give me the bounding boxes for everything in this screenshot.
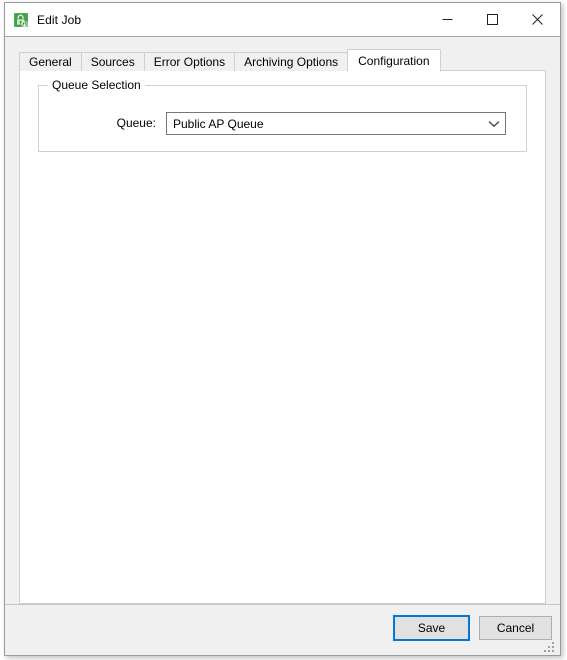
queue-selection-group-title: Queue Selection [48,78,145,92]
tab-general[interactable]: General [19,52,82,71]
tab-error-options[interactable]: Error Options [143,52,236,71]
queue-label: Queue: [116,116,156,130]
tab-area: General Sources Error Options Archiving … [19,49,546,604]
tab-strip: General Sources Error Options Archiving … [19,49,546,72]
job-lock-icon [13,12,29,28]
queue-combobox-value: Public AP Queue [173,116,264,131]
queue-field-row: Queue: Public AP Queue [39,112,526,136]
queue-selection-group: Queue Selection Queue: Public AP Queue [38,78,527,152]
window-controls [425,3,560,36]
edit-job-window: Edit Job General Sources Error Options A… [4,2,561,656]
save-button[interactable]: Save [393,615,470,641]
window-title: Edit Job [37,12,82,27]
minimize-icon[interactable] [425,3,470,35]
queue-combobox[interactable]: Public AP Queue [166,112,506,135]
title-bar: Edit Job [5,3,560,37]
configuration-panel: Queue Selection Queue: Public AP Queue [19,70,546,604]
resize-grip[interactable] [544,640,557,653]
tab-sources[interactable]: Sources [80,52,145,71]
chevron-down-icon[interactable] [483,120,505,128]
close-icon[interactable] [515,3,560,35]
cancel-button[interactable]: Cancel [479,616,552,640]
tab-archiving-options[interactable]: Archiving Options [234,52,349,71]
dialog-footer: Save Cancel [5,604,560,655]
maximize-icon[interactable] [470,3,515,35]
tab-configuration[interactable]: Configuration [347,49,441,72]
